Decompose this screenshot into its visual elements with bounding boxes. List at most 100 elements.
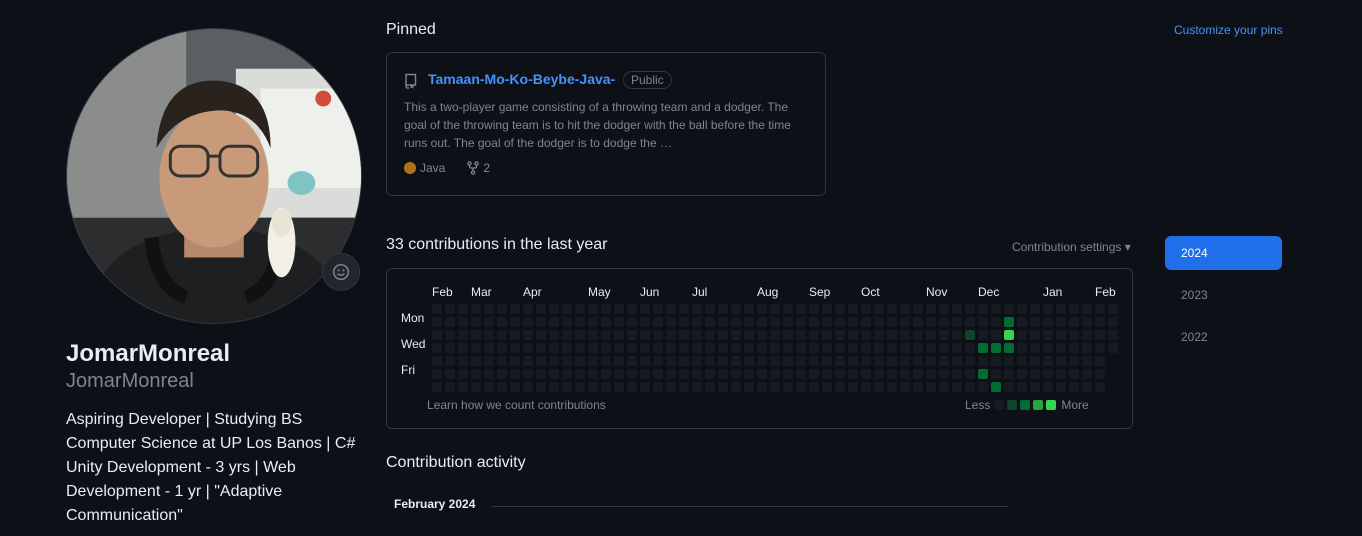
contribution-day-cell[interactable] [497,369,507,379]
contribution-day-cell[interactable] [549,304,559,314]
contribution-day-cell[interactable] [965,369,975,379]
contribution-day-cell[interactable] [822,369,832,379]
contribution-day-cell[interactable] [861,304,871,314]
contribution-day-cell[interactable] [601,369,611,379]
contribution-day-cell[interactable] [705,343,715,353]
contribution-day-cell[interactable] [1004,343,1014,353]
contribution-day-cell[interactable] [1082,382,1092,392]
contribution-day-cell[interactable] [497,343,507,353]
contribution-day-cell[interactable] [822,304,832,314]
contribution-day-cell[interactable] [939,382,949,392]
contribution-day-cell[interactable] [705,356,715,366]
contribution-day-cell[interactable] [1095,356,1105,366]
contribution-day-cell[interactable] [874,317,884,327]
contribution-day-cell[interactable] [1004,304,1014,314]
contribution-day-cell[interactable] [939,356,949,366]
contribution-day-cell[interactable] [718,343,728,353]
contribution-day-cell[interactable] [692,304,702,314]
contribution-day-cell[interactable] [978,369,988,379]
contribution-day-cell[interactable] [614,382,624,392]
contribution-day-cell[interactable] [861,382,871,392]
contribution-day-cell[interactable] [549,369,559,379]
contribution-day-cell[interactable] [991,356,1001,366]
contribution-day-cell[interactable] [653,369,663,379]
contribution-day-cell[interactable] [1069,343,1079,353]
contribution-day-cell[interactable] [731,304,741,314]
contribution-day-cell[interactable] [458,330,468,340]
contribution-day-cell[interactable] [1082,317,1092,327]
contribution-day-cell[interactable] [627,317,637,327]
contribution-day-cell[interactable] [926,356,936,366]
contribution-day-cell[interactable] [900,317,910,327]
contribution-day-cell[interactable] [653,382,663,392]
contribution-day-cell[interactable] [1043,369,1053,379]
contribution-day-cell[interactable] [653,343,663,353]
contribution-day-cell[interactable] [679,356,689,366]
contribution-day-cell[interactable] [952,304,962,314]
contribution-day-cell[interactable] [887,330,897,340]
contribution-day-cell[interactable] [861,356,871,366]
contribution-day-cell[interactable] [1108,330,1118,340]
contribution-day-cell[interactable] [601,343,611,353]
contribution-day-cell[interactable] [614,304,624,314]
contribution-day-cell[interactable] [718,369,728,379]
contribution-day-cell[interactable] [1082,356,1092,366]
contribution-day-cell[interactable] [627,369,637,379]
contribution-day-cell[interactable] [861,330,871,340]
contribution-day-cell[interactable] [640,343,650,353]
contribution-day-cell[interactable] [796,356,806,366]
contribution-day-cell[interactable] [484,343,494,353]
contribution-day-cell[interactable] [666,382,676,392]
contribution-day-cell[interactable] [796,330,806,340]
contribution-day-cell[interactable] [497,317,507,327]
contribution-day-cell[interactable] [1017,330,1027,340]
contribution-day-cell[interactable] [432,317,442,327]
contribution-day-cell[interactable] [848,356,858,366]
contribution-day-cell[interactable] [575,330,585,340]
contribution-day-cell[interactable] [952,356,962,366]
contribution-day-cell[interactable] [1108,317,1118,327]
contribution-day-cell[interactable] [1069,330,1079,340]
contribution-day-cell[interactable] [614,369,624,379]
contribution-day-cell[interactable] [653,304,663,314]
contribution-day-cell[interactable] [900,382,910,392]
contribution-day-cell[interactable] [1056,304,1066,314]
contribution-day-cell[interactable] [744,356,754,366]
contribution-day-cell[interactable] [640,356,650,366]
contribution-day-cell[interactable] [939,369,949,379]
contribution-day-cell[interactable] [809,369,819,379]
contribution-day-cell[interactable] [900,356,910,366]
contribution-day-cell[interactable] [731,369,741,379]
contribution-day-cell[interactable] [679,304,689,314]
contribution-day-cell[interactable] [640,304,650,314]
contribution-day-cell[interactable] [471,356,481,366]
contribution-day-cell[interactable] [887,356,897,366]
contribution-day-cell[interactable] [809,382,819,392]
contribution-day-cell[interactable] [744,369,754,379]
contribution-day-cell[interactable] [913,330,923,340]
contribution-day-cell[interactable] [1030,317,1040,327]
contribution-day-cell[interactable] [627,343,637,353]
contribution-day-cell[interactable] [705,330,715,340]
contribution-day-cell[interactable] [900,369,910,379]
contribution-day-cell[interactable] [445,382,455,392]
contribution-day-cell[interactable] [471,369,481,379]
contribution-day-cell[interactable] [445,330,455,340]
contribution-day-cell[interactable] [666,356,676,366]
contribution-day-cell[interactable] [731,382,741,392]
year-2022-button[interactable]: 2022 [1165,320,1282,354]
contribution-day-cell[interactable] [822,356,832,366]
contribution-day-cell[interactable] [757,330,767,340]
contribution-day-cell[interactable] [497,382,507,392]
contribution-day-cell[interactable] [757,356,767,366]
contribution-day-cell[interactable] [653,356,663,366]
contribution-day-cell[interactable] [991,382,1001,392]
contribution-day-cell[interactable] [991,343,1001,353]
contribution-day-cell[interactable] [445,317,455,327]
contribution-day-cell[interactable] [978,330,988,340]
contribution-day-cell[interactable] [783,317,793,327]
contribution-day-cell[interactable] [900,343,910,353]
contribution-day-cell[interactable] [952,343,962,353]
contribution-day-cell[interactable] [536,369,546,379]
contribution-day-cell[interactable] [614,317,624,327]
